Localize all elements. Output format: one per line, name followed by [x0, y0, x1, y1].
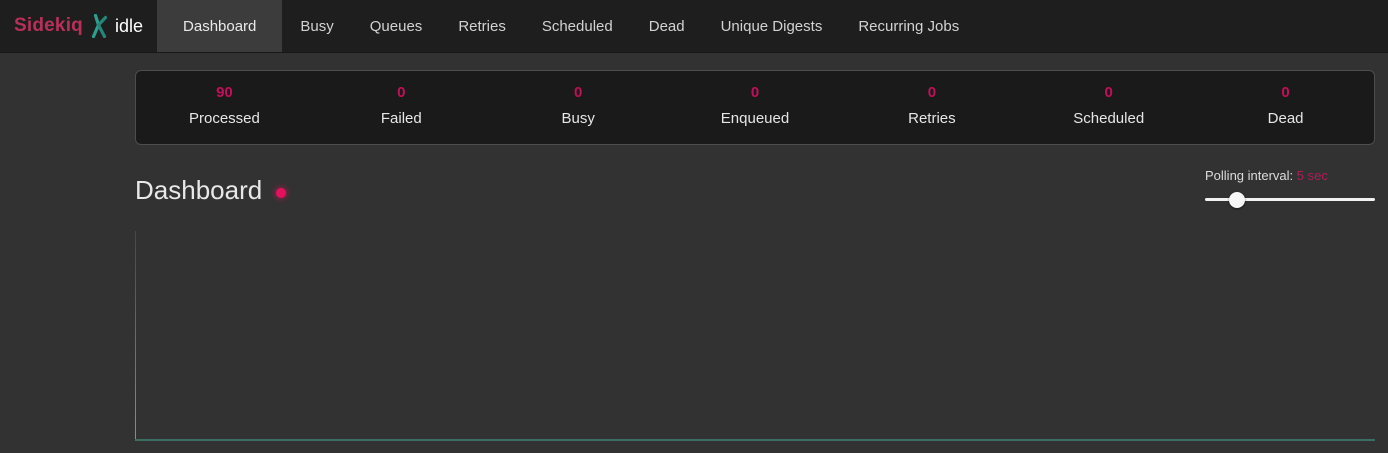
tab-retries[interactable]: Retries — [440, 0, 524, 52]
stat-value: 0 — [490, 84, 667, 101]
stat-enqueued: 0 Enqueued — [667, 84, 844, 144]
tab-queues[interactable]: Queues — [352, 0, 441, 52]
tab-dead[interactable]: Dead — [631, 0, 703, 52]
content-container: 90 Processed 0 Failed 0 Busy 0 Enqueued … — [135, 70, 1375, 441]
process-status: idle — [115, 16, 143, 37]
tab-scheduled[interactable]: Scheduled — [524, 0, 631, 52]
stat-value: 0 — [313, 84, 490, 101]
brand-name: Sidekiq — [14, 15, 83, 37]
sidekiq-logo-icon — [91, 14, 108, 38]
stat-label: Processed — [136, 110, 313, 127]
polling-caption: Polling interval: 5 sec — [1205, 168, 1375, 183]
stat-busy: 0 Busy — [490, 84, 667, 144]
brand[interactable]: Sidekiq idle — [0, 0, 155, 52]
stat-value: 0 — [843, 84, 1020, 101]
stat-label: Enqueued — [667, 110, 844, 127]
tab-dashboard[interactable]: Dashboard — [157, 0, 282, 52]
stat-label: Retries — [843, 110, 1020, 127]
stat-value: 90 — [136, 84, 313, 101]
stat-label: Dead — [1197, 110, 1374, 127]
stat-label: Scheduled — [1020, 110, 1197, 127]
polling-label: Polling interval: — [1205, 168, 1293, 183]
page-title: Dashboard — [135, 175, 262, 206]
nav-tabs: Dashboard Busy Queues Retries Scheduled … — [157, 0, 977, 52]
tab-unique-digests[interactable]: Unique Digests — [703, 0, 841, 52]
polling-interval-slider[interactable] — [1205, 192, 1375, 208]
stat-value: 0 — [1020, 84, 1197, 101]
realtime-chart — [135, 229, 1375, 441]
stat-scheduled: 0 Scheduled — [1020, 84, 1197, 144]
stat-label: Failed — [313, 110, 490, 127]
stat-label: Busy — [490, 110, 667, 127]
polling-value: 5 sec — [1297, 168, 1328, 183]
polling-slider-thumb[interactable] — [1229, 192, 1245, 208]
live-beacon-icon — [276, 188, 286, 198]
tab-recurring-jobs[interactable]: Recurring Jobs — [840, 0, 977, 52]
stat-failed: 0 Failed — [313, 84, 490, 144]
top-navbar: Sidekiq idle Dashboard Busy Queues Retri… — [0, 0, 1388, 53]
chart-y-axis — [135, 231, 136, 439]
stat-dead: 0 Dead — [1197, 84, 1374, 144]
tab-busy[interactable]: Busy — [282, 0, 351, 52]
polling-control: Polling interval: 5 sec — [1205, 168, 1375, 208]
heading-left: Dashboard — [135, 175, 286, 206]
stat-retries: 0 Retries — [843, 84, 1020, 144]
stat-processed: 90 Processed — [136, 84, 313, 144]
stat-value: 0 — [667, 84, 844, 101]
stats-summary-bar: 90 Processed 0 Failed 0 Busy 0 Enqueued … — [135, 70, 1375, 145]
heading-row: Dashboard Polling interval: 5 sec — [135, 175, 1375, 208]
stat-value: 0 — [1197, 84, 1374, 101]
